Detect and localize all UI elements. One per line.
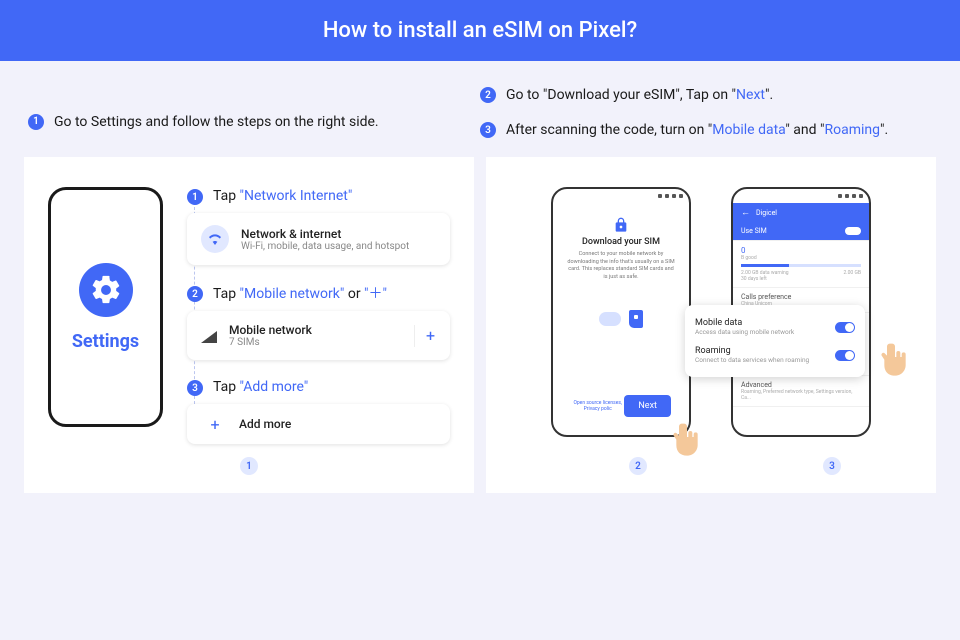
bullet-text: Go to "Download your eSIM", Tap on "Next…: [506, 85, 773, 106]
network-internet-row[interactable]: Network & internetWi-Fi, mobile, data us…: [187, 213, 450, 265]
mock-title: Download your SIM: [582, 237, 660, 247]
data-usage-section: 0 B good 2.00 GB data warning2.00 GB 30 …: [733, 241, 869, 288]
mobile-data-row[interactable]: Mobile dataAccess data using mobile netw…: [695, 313, 855, 341]
bullet-number: 3: [480, 122, 496, 138]
plus-icon: +: [207, 416, 223, 432]
sim-illustration: [599, 310, 643, 328]
step-3: 3Tap "Add more" + Add more: [187, 378, 450, 444]
mock-download-sim: Download your SIM Connect to your mobile…: [551, 187, 691, 437]
settings-label: Settings: [72, 331, 139, 352]
intro-bullet-2: 2 Go to "Download your eSIM", Tap on "Ne…: [480, 85, 932, 106]
step-2: 2Tap "Mobile network" or "＋" Mobile netw…: [187, 283, 450, 360]
wifi-icon: [201, 225, 229, 253]
intro-section: 1 Go to Settings and follow the steps on…: [0, 61, 960, 157]
mobile-network-row[interactable]: Mobile network7 SIMs +: [187, 311, 450, 360]
row-title: Add more: [239, 417, 291, 431]
hand-pointer-icon: [669, 421, 705, 461]
row-title: Network & internet: [241, 227, 409, 241]
panel-left: Settings 1Tap "Network Internet" Network…: [24, 157, 474, 493]
intro-bullet-3: 3 After scanning the code, turn on "Mobi…: [480, 120, 932, 141]
bullet-text: After scanning the code, turn on "Mobile…: [506, 120, 888, 141]
status-bar: [553, 189, 689, 203]
roaming-toggle[interactable]: [835, 350, 855, 361]
panel-right: Download your SIM Connect to your mobile…: [486, 157, 936, 493]
signal-icon: [201, 329, 217, 343]
step-number: 1: [187, 189, 203, 205]
row-title: Mobile network: [229, 323, 312, 337]
panel-badge-2: 2: [629, 457, 647, 475]
use-sim-row[interactable]: Use SIM: [733, 222, 869, 241]
add-sim-plus-button[interactable]: +: [414, 325, 436, 347]
step-number: 2: [187, 286, 203, 302]
panel-badge-1: 1: [240, 457, 258, 475]
row-subtitle: 7 SIMs: [229, 337, 312, 348]
roaming-link: Roaming: [824, 122, 880, 138]
mobile-data-link: Mobile data: [712, 122, 785, 138]
mock-sim-settings: Digicel Use SIM 0 B good 2.00 GB data wa…: [731, 187, 871, 437]
usage-bar: [741, 264, 861, 267]
page-title: How to install an eSIM on Pixel?: [0, 0, 960, 61]
bullet-text: Go to Settings and follow the steps on t…: [54, 112, 379, 133]
status-bar: [733, 189, 869, 203]
row-subtitle: Wi-Fi, mobile, data usage, and hotspot: [241, 241, 409, 252]
carrier-header: Digicel: [733, 203, 869, 222]
panel-badge-3: 3: [823, 457, 841, 475]
toggle-overlay: Mobile dataAccess data using mobile netw…: [685, 305, 865, 377]
lock-icon: [613, 217, 629, 233]
use-sim-toggle[interactable]: [845, 227, 861, 235]
next-button[interactable]: Next: [624, 395, 671, 417]
advanced-row[interactable]: AdvancedRoaming, Preferred network type,…: [733, 376, 869, 407]
mobile-data-toggle[interactable]: [835, 322, 855, 333]
bullet-number: 1: [28, 114, 44, 130]
bullet-number: 2: [480, 87, 496, 103]
step-number: 3: [187, 380, 203, 396]
next-link: Next: [736, 87, 765, 103]
hand-pointer-icon: [877, 341, 913, 381]
phone-mockup-settings: Settings: [48, 187, 163, 427]
add-more-row[interactable]: + Add more: [187, 404, 450, 444]
intro-bullet-1: 1 Go to Settings and follow the steps on…: [28, 112, 379, 133]
gear-icon: [79, 263, 133, 317]
roaming-row[interactable]: RoamingConnect to data services when roa…: [695, 341, 855, 369]
mock-description: Connect to your mobile network by downlo…: [563, 251, 679, 282]
license-link[interactable]: Open source licenses, Privacy polic: [571, 400, 624, 412]
step-1: 1Tap "Network Internet" Network & intern…: [187, 187, 450, 265]
